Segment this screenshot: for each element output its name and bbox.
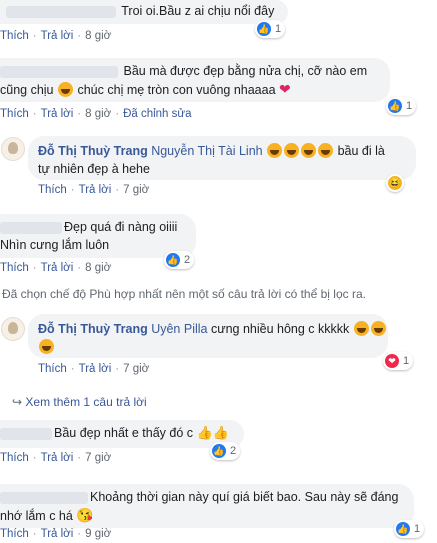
comment-author[interactable]: Đỗ Thị Thuỳ Trang [38, 322, 148, 336]
like-button[interactable]: Thích [0, 108, 29, 120]
mention-link[interactable]: Nguyễn Thị Tài Linh [151, 144, 262, 158]
comment-bubble: Bầu mà được đẹp bằng nửa chị, cỡ nào em … [0, 58, 390, 102]
reaction-count[interactable]: ❤ 1 [383, 352, 414, 370]
laughing-emoji-icon [58, 82, 73, 97]
timestamp: 7 giờ [85, 452, 112, 464]
laughing-emoji-icon [284, 143, 300, 158]
comment-text: Khoảng thời gian này quí giá biết bao. S… [90, 490, 399, 504]
thumbs-up-emoji-icon: 👍👍 [196, 425, 229, 440]
love-reaction-icon: ❤ [385, 354, 399, 368]
comment-text: Troi oi.Bầu z ai chịu nổi đây [121, 4, 275, 18]
haha-reaction-icon: 😆 [388, 176, 402, 190]
timestamp: 8 giờ [85, 262, 112, 274]
filter-notice: Đã chọn chế độ Phù hợp nhất nên một số c… [2, 287, 366, 301]
comment-bubble: Đỗ Thị Thuỳ Trang Nguyễn Thị Tài Linh bầ… [28, 136, 416, 180]
timestamp: 7 giờ [123, 184, 150, 196]
reply-button[interactable]: Trả lời [41, 452, 74, 464]
laughing-emoji-icon [370, 321, 386, 336]
comment-actions: Thích · Trả lời · 7 giờ [38, 363, 150, 375]
comment-actions: Thích · Trả lời · 8 giờ · Đã chỉnh sửa [0, 108, 192, 120]
timestamp: 7 giờ [123, 363, 150, 375]
kiss-emoji-icon: 😘 [76, 507, 94, 523]
avatar[interactable] [1, 317, 25, 341]
like-button[interactable]: Thích [0, 452, 29, 464]
reply-button[interactable]: Trả lời [41, 528, 74, 540]
reaction-count[interactable]: 😆 [386, 174, 404, 192]
reply-arrow-icon: ↪ [12, 395, 23, 409]
reaction-count[interactable]: 👍 2 [210, 442, 241, 460]
reaction-count[interactable]: 👍 1 [255, 20, 286, 38]
laughing-emoji-icon [353, 321, 369, 336]
laughing-emoji-icon [267, 143, 283, 158]
laughing-emoji-icon [318, 143, 334, 158]
blurred-username [0, 427, 52, 440]
blurred-username [6, 5, 116, 18]
blurred-username [0, 491, 88, 504]
laughing-emoji-icon [39, 339, 54, 354]
view-more-replies[interactable]: ↪ Xem thêm 1 câu trả lời [12, 395, 147, 409]
comment-actions: Thích · Trả lời · 8 giờ [0, 262, 112, 274]
like-reaction-icon: 👍 [257, 22, 271, 36]
comment-bubble: Đỗ Thị Thuỳ Trang Uyên Pilla cưng nhiều … [28, 314, 388, 358]
like-button[interactable]: Thích [38, 363, 67, 375]
comment-bubble: Khoảng thời gian này quí giá biết bao. S… [0, 484, 414, 528]
comment-actions: Thích · Trả lời · 8 giờ [0, 30, 112, 42]
reply-button[interactable]: Trả lời [79, 184, 112, 196]
comment-text: cưng nhiều hông c kkkkk [210, 322, 350, 336]
like-reaction-icon: 👍 [212, 444, 226, 458]
comment-actions: Thích · Trả lời · 7 giờ [38, 184, 150, 196]
like-button[interactable]: Thích [0, 30, 29, 42]
like-reaction-icon: 👍 [166, 253, 180, 267]
comment-bubble: Đẹp quá đi nàng oiiii Nhìn cưng lắm luôn [0, 214, 196, 258]
comment-text: Bầu mà được đẹp bằng nửa chị, cỡ nào em [123, 64, 368, 78]
blurred-username [0, 65, 118, 78]
reaction-count[interactable]: 👍 2 [164, 251, 195, 269]
timestamp: 8 giờ [85, 30, 112, 42]
reaction-count[interactable]: 👍 1 [394, 520, 425, 538]
blurred-username [0, 221, 62, 234]
laughing-emoji-icon [301, 143, 317, 158]
red-heart-emoji-icon: ❤ [279, 81, 291, 97]
timestamp: 8 giờ [85, 108, 112, 120]
like-button[interactable]: Thích [0, 528, 29, 540]
comment-bubble: Bầu đẹp nhất e thấy đó c 👍👍 [0, 420, 244, 448]
comment-text: Đẹp quá đi nàng oiiii [64, 220, 178, 234]
comment-actions: Thích · Trả lời · 7 giờ [0, 452, 112, 464]
comment-text: Bầu đẹp nhất e thấy đó c [54, 426, 193, 440]
like-reaction-icon: 👍 [388, 99, 402, 113]
reply-button[interactable]: Trả lời [79, 363, 112, 375]
like-reaction-icon: 👍 [396, 522, 410, 536]
reply-button[interactable]: Trả lời [41, 262, 74, 274]
reaction-count[interactable]: 👍 1 [386, 97, 417, 115]
reply-button[interactable]: Trả lời [41, 108, 74, 120]
comment-author[interactable]: Đỗ Thị Thuỳ Trang [38, 144, 148, 158]
like-button[interactable]: Thích [38, 184, 67, 196]
avatar[interactable] [1, 137, 25, 161]
edited-label[interactable]: Đã chỉnh sửa [123, 108, 191, 120]
comment-actions: Thích · Trả lời · 9 giờ [0, 528, 112, 540]
like-button[interactable]: Thích [0, 262, 29, 274]
comment-bubble: Troi oi.Bầu z ai chịu nổi đây [0, 0, 288, 24]
mention-link[interactable]: Uyên Pilla [151, 322, 207, 336]
comment-text: tự nhiên đẹp à hehe [38, 162, 150, 176]
timestamp: 9 giờ [85, 528, 112, 540]
reply-button[interactable]: Trả lời [41, 30, 74, 42]
